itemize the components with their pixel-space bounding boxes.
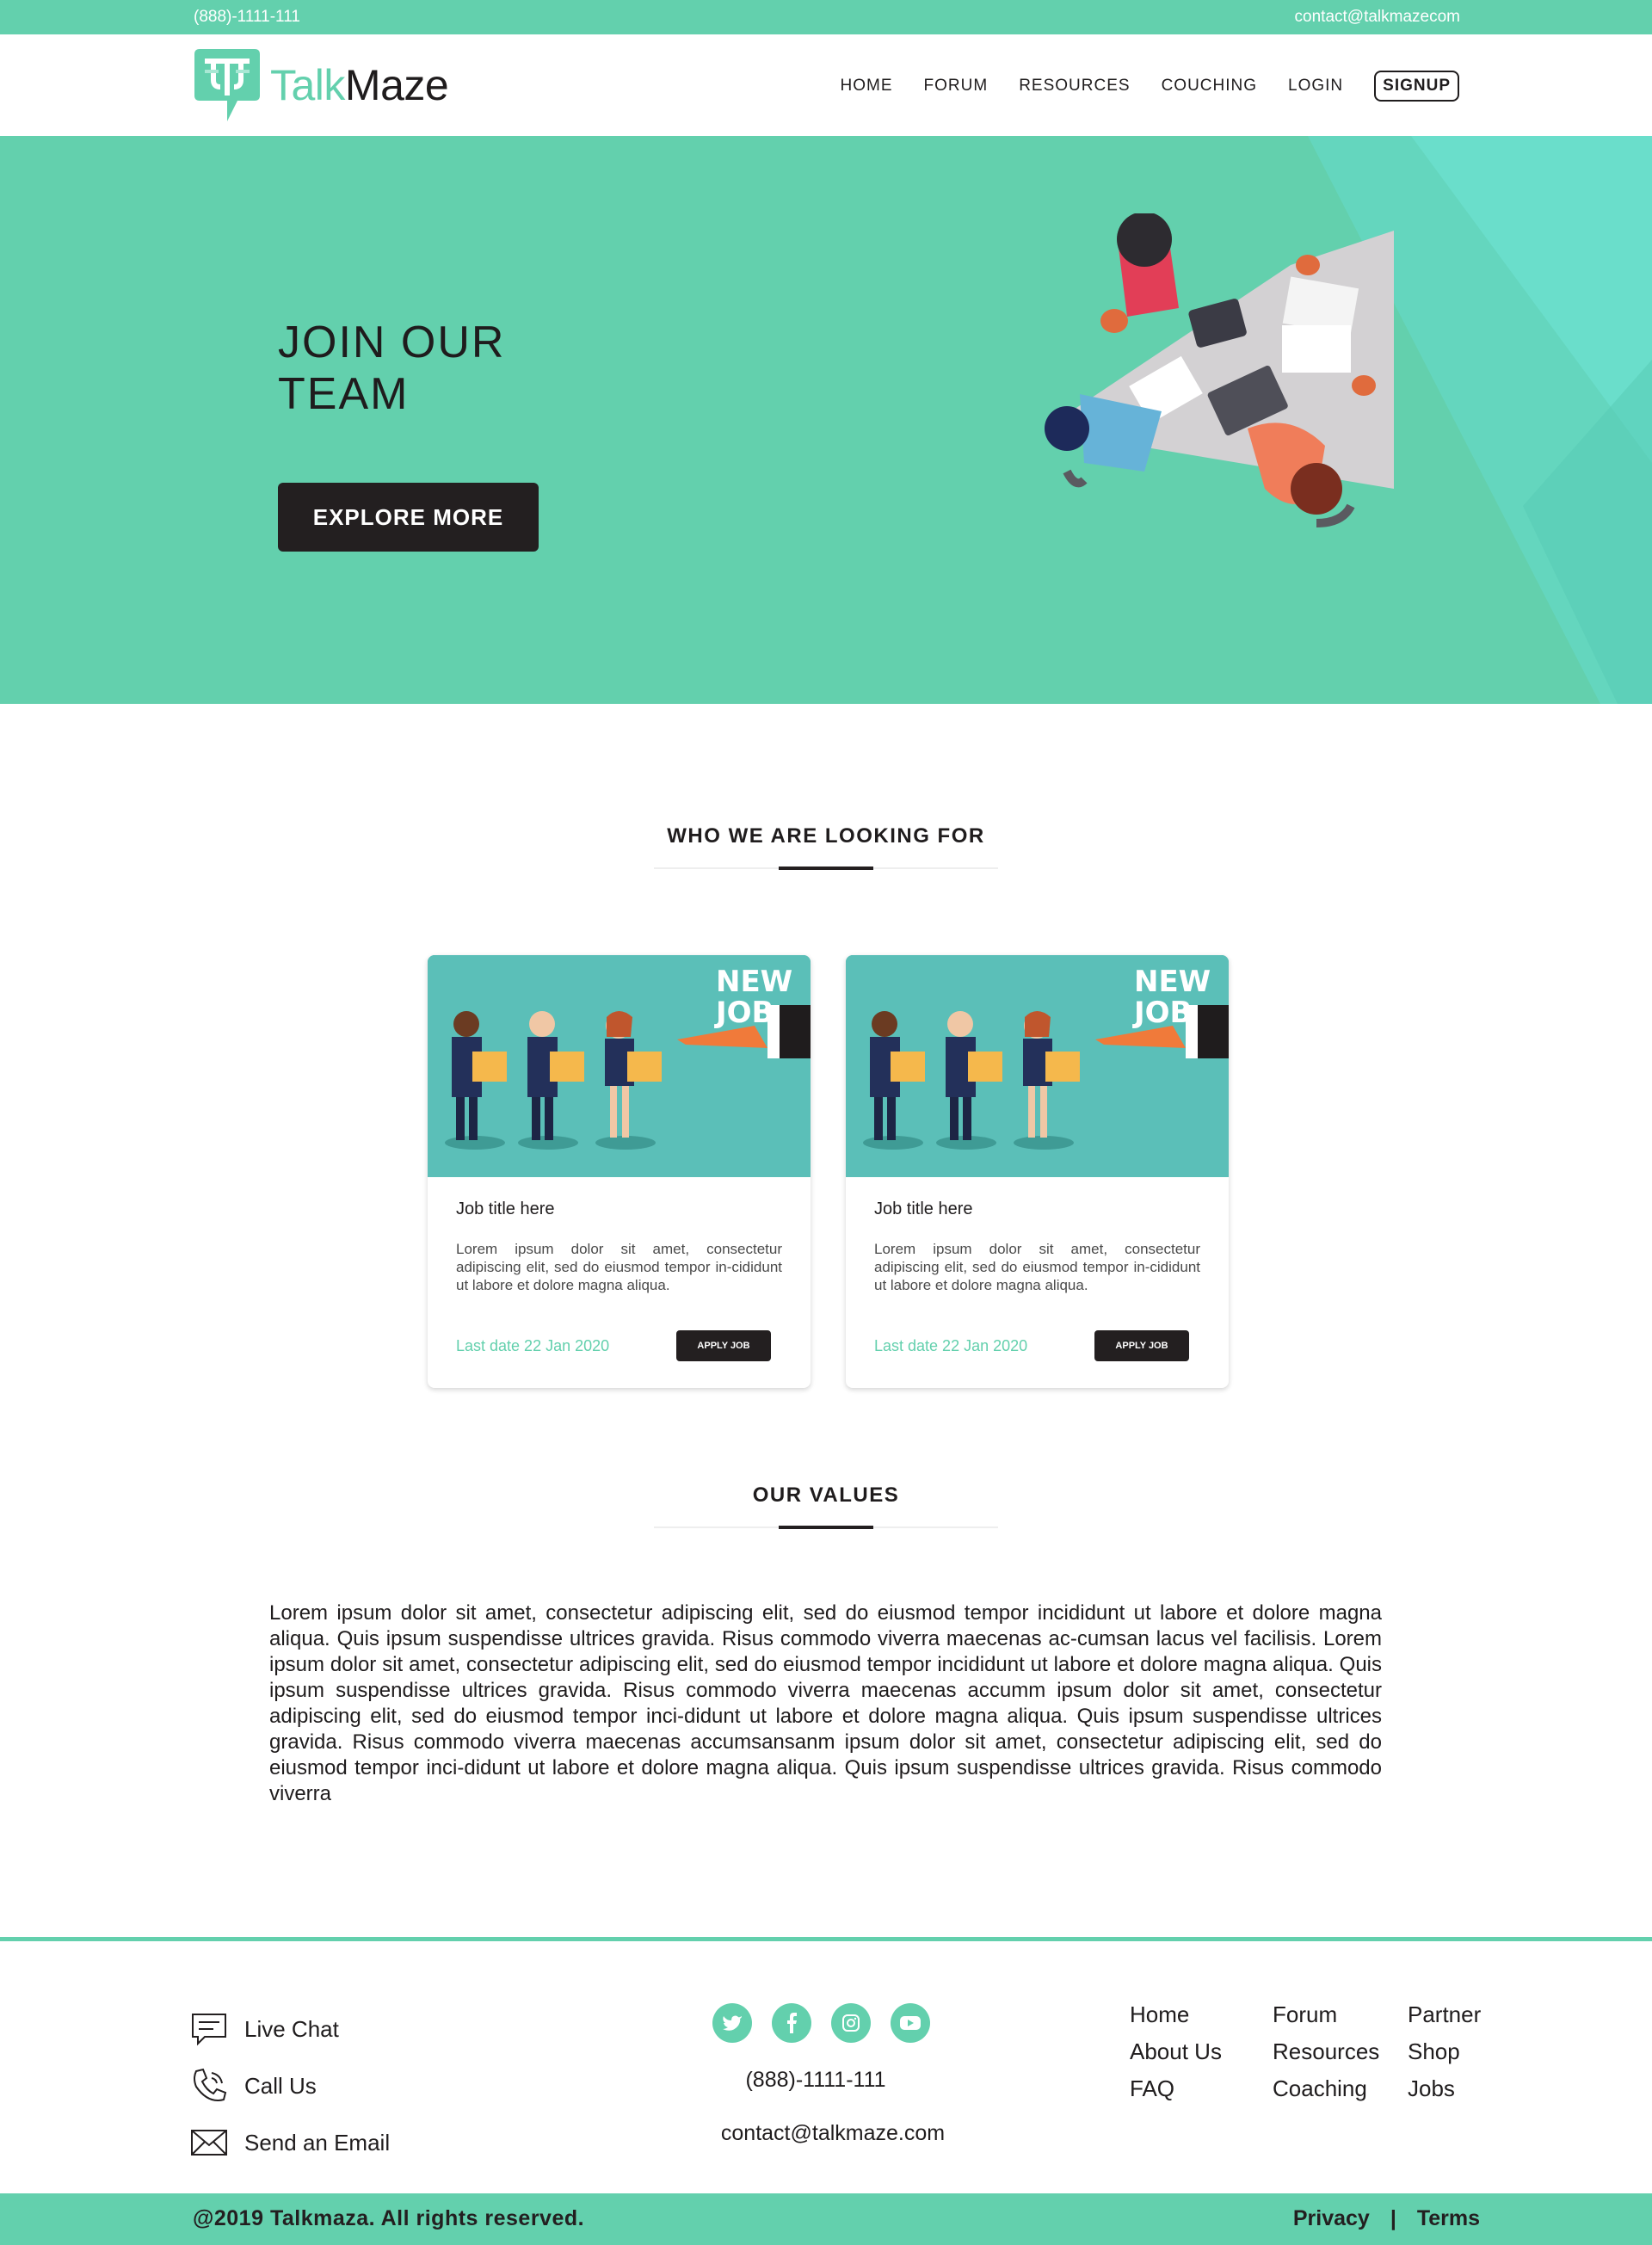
- job-last-date: Last date 22 Jan 2020: [874, 1337, 1028, 1354]
- twitter-icon[interactable]: [712, 2003, 752, 2043]
- footer-links-column-1: Home About Us FAQ: [1130, 1996, 1222, 2107]
- nav-resources[interactable]: RESOURCES: [1019, 77, 1130, 96]
- job-title[interactable]: Job title here: [456, 1200, 782, 1219]
- new-job-illustration: NEW JOB: [428, 955, 811, 1177]
- privacy-link[interactable]: Privacy: [1293, 2206, 1370, 2231]
- live-chat-link[interactable]: Live Chat: [189, 2001, 390, 2057]
- footer-link-shop[interactable]: Shop: [1408, 2033, 1481, 2070]
- legal-links: Privacy | Terms: [1293, 2206, 1480, 2231]
- live-chat-label: Live Chat: [244, 2015, 339, 2042]
- hero-title: JOIN OUR TEAM: [278, 317, 505, 420]
- hero-title-line2: TEAM: [278, 369, 410, 419]
- logo-wordmark: TalkMaze: [270, 60, 449, 110]
- apply-job-button[interactable]: APPLY JOB: [676, 1330, 771, 1361]
- footer-link-resources[interactable]: Resources: [1273, 2033, 1379, 2070]
- terms-link[interactable]: Terms: [1417, 2206, 1480, 2231]
- hero-title-line1: JOIN OUR: [278, 318, 506, 367]
- main-nav: HOME FORUM RESOURCES COUCHING LOGIN SIGN…: [810, 71, 1459, 102]
- instagram-icon[interactable]: [831, 2003, 871, 2043]
- footer-link-coaching[interactable]: Coaching: [1273, 2070, 1379, 2107]
- youtube-icon[interactable]: [891, 2003, 930, 2043]
- logo-mark-icon: [194, 49, 260, 121]
- job-image-badge-job: JOB: [714, 996, 774, 1030]
- job-title[interactable]: Job title here: [874, 1200, 1200, 1219]
- chat-icon: [192, 2014, 226, 2046]
- job-description: Lorem ipsum dolor sit amet, consectetur …: [456, 1241, 782, 1293]
- job-image-badge-job: JOB: [1132, 996, 1192, 1030]
- logo-talk: Talk: [270, 61, 345, 109]
- legal-separator: |: [1390, 2206, 1396, 2230]
- nav-forum[interactable]: FORUM: [924, 77, 989, 96]
- footer-links-column-2: Forum Resources Coaching: [1273, 1996, 1379, 2107]
- nav-login[interactable]: LOGIN: [1288, 77, 1343, 96]
- footer-link-forum[interactable]: Forum: [1273, 1996, 1379, 2033]
- team-meeting-illustration: [1045, 213, 1394, 527]
- footer-link-home[interactable]: Home: [1130, 1996, 1222, 2033]
- job-card: NEW JOB Job title here Lorem ipsum dolor…: [428, 955, 811, 1388]
- job-last-date: Last date 22 Jan 2020: [456, 1337, 610, 1354]
- footer-link-partner[interactable]: Partner: [1408, 1996, 1481, 2033]
- apply-job-button[interactable]: APPLY JOB: [1094, 1330, 1189, 1361]
- job-card-body: Job title here Lorem ipsum dolor sit ame…: [428, 1177, 811, 1317]
- looking-for-heading: WHO WE ARE LOOKING FOR: [667, 824, 985, 848]
- explore-more-button[interactable]: EXPLORE MORE: [278, 483, 539, 552]
- footer-link-faq[interactable]: FAQ: [1130, 2070, 1222, 2107]
- top-bar: (888)-1111-111 contact@talkmazecom: [0, 0, 1652, 34]
- job-card-image: NEW JOB: [846, 955, 1229, 1177]
- job-description: Lorem ipsum dolor sit amet, consectetur …: [874, 1241, 1200, 1293]
- footer-divider: [0, 1937, 1652, 1941]
- site-header: TalkMaze HOME FORUM RESOURCES COUCHING L…: [0, 34, 1652, 136]
- social-links: [712, 2003, 950, 2043]
- footer-phone[interactable]: (888)-1111-111: [0, 2068, 1631, 2093]
- footer-email[interactable]: contact@talkmaze.com: [0, 2121, 1652, 2146]
- values-heading: OUR VALUES: [752, 1483, 900, 1507]
- job-card-image: NEW JOB: [428, 955, 811, 1177]
- hero-banner: JOIN OUR TEAM EXPLORE MORE: [0, 136, 1652, 704]
- job-image-badge-new: NEW: [1134, 965, 1211, 999]
- footer-links-column-3: Partner Shop Jobs: [1408, 1996, 1481, 2107]
- job-card-body: Job title here Lorem ipsum dolor sit ame…: [846, 1177, 1229, 1317]
- job-card: NEW JOB Job title here Lorem ipsum dolor…: [846, 955, 1229, 1388]
- copyright-text: @2019 Talkmaza. All rights reserved.: [193, 2206, 585, 2230]
- heading-underline: [654, 1526, 998, 1529]
- looking-for-section-heading: WHO WE ARE LOOKING FOR: [0, 824, 1652, 870]
- values-paragraph: Lorem ipsum dolor sit amet, consectetur …: [269, 1601, 1382, 1805]
- nav-signup-button[interactable]: SIGNUP: [1374, 71, 1459, 102]
- job-image-badge-new: NEW: [716, 965, 792, 999]
- logo[interactable]: TalkMaze: [193, 46, 449, 124]
- footer-bottom-bar: @2019 Talkmaza. All rights reserved. Pri…: [0, 2193, 1652, 2245]
- new-job-illustration: NEW JOB: [846, 955, 1229, 1177]
- facebook-icon[interactable]: [772, 2003, 811, 2043]
- values-section-heading: OUR VALUES: [0, 1483, 1652, 1529]
- topbar-email[interactable]: contact@talkmazecom: [1295, 8, 1460, 27]
- heading-underline: [654, 867, 998, 870]
- footer-link-about-us[interactable]: About Us: [1130, 2033, 1222, 2070]
- nav-couching[interactable]: COUCHING: [1162, 77, 1257, 96]
- nav-home[interactable]: HOME: [841, 77, 893, 96]
- topbar-phone[interactable]: (888)-1111-111: [194, 8, 300, 27]
- logo-maze: Maze: [344, 61, 449, 109]
- footer-link-jobs[interactable]: Jobs: [1408, 2070, 1481, 2107]
